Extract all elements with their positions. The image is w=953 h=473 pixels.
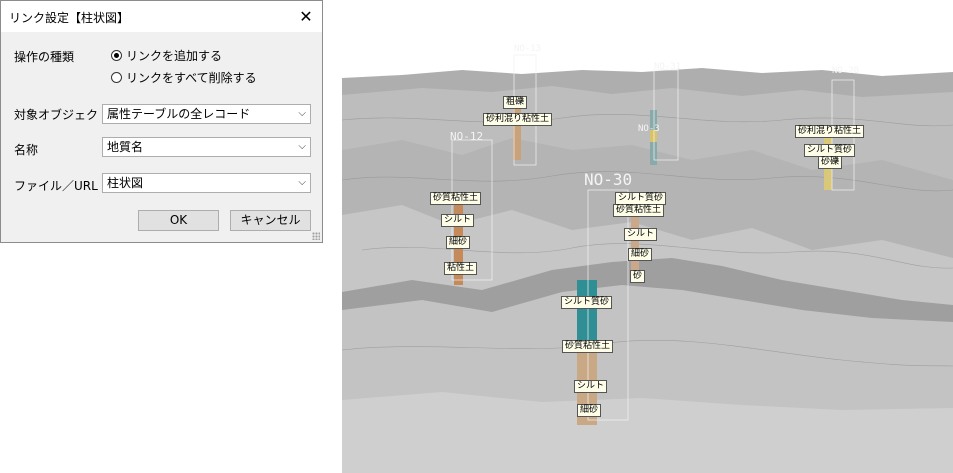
resize-grip-icon[interactable] bbox=[312, 232, 320, 240]
close-icon[interactable]: ✕ bbox=[290, 1, 322, 32]
file-url-select[interactable]: 柱状図 ⌵ bbox=[102, 173, 311, 193]
layer-tag[interactable]: 砂礫 bbox=[818, 156, 843, 169]
layer-tag[interactable]: 細砂 bbox=[628, 248, 653, 261]
borehole-label: NO-3 bbox=[638, 124, 660, 134]
layer-tag[interactable]: 細砂 bbox=[446, 236, 471, 249]
borehole-label: NO-12 bbox=[450, 130, 484, 143]
dialog-titlebar: リンク設定【柱状図】 ✕ bbox=[1, 1, 322, 32]
link-settings-dialog: リンク設定【柱状図】 ✕ 操作の種類 リンクを追加する リンクをすべて削除する … bbox=[0, 0, 323, 243]
borehole-label: NO-13 bbox=[514, 44, 542, 54]
layer-tag[interactable]: シルト bbox=[624, 228, 658, 241]
layer-tag[interactable]: シルト bbox=[441, 214, 475, 227]
layer-tag[interactable]: 粘性土 bbox=[444, 262, 478, 275]
layer-tag[interactable]: シルト bbox=[574, 380, 608, 393]
file-url-select-value: 柱状図 bbox=[107, 176, 144, 190]
radio-add-link[interactable]: リンクを追加する bbox=[111, 47, 222, 64]
layer-tag[interactable]: 砂利混り粘性土 bbox=[795, 125, 865, 138]
layer-tag[interactable]: シルト質砂 bbox=[561, 296, 613, 309]
layer-tag[interactable]: 砂 bbox=[630, 270, 646, 283]
target-label: 対象オブジェクト bbox=[14, 108, 111, 122]
target-select-value: 属性テーブルの全レコード bbox=[107, 107, 251, 121]
radio-selected-icon bbox=[111, 50, 122, 61]
name-select-value: 地質名 bbox=[107, 140, 144, 154]
ok-button[interactable]: OK bbox=[138, 210, 219, 231]
operation-label: 操作の種類 bbox=[14, 50, 75, 64]
name-select[interactable]: 地質名 ⌵ bbox=[102, 137, 311, 157]
target-select[interactable]: 属性テーブルの全レコード ⌵ bbox=[102, 104, 311, 124]
borehole-label: NO-31 bbox=[654, 62, 682, 72]
layer-tag[interactable]: 粗礫 bbox=[503, 96, 528, 109]
layer-tag[interactable]: 砂質粘性土 bbox=[430, 192, 482, 205]
chevron-down-icon: ⌵ bbox=[298, 177, 306, 188]
borehole-label: NO-30 bbox=[584, 170, 633, 189]
3d-viewport[interactable]: NO-13 NO-31 NO-12 NO-3 NO-30 NO-20 粗礫 砂利… bbox=[342, 0, 953, 473]
layer-tag[interactable]: 砂質粘性土 bbox=[613, 204, 665, 217]
layer-tag[interactable]: 砂質粘性土 bbox=[562, 340, 614, 353]
chevron-down-icon: ⌵ bbox=[298, 141, 306, 152]
radio-delete-all-links[interactable]: リンクをすべて削除する bbox=[111, 69, 257, 86]
name-label: 名称 bbox=[14, 143, 39, 157]
radio-add-link-label: リンクを追加する bbox=[126, 49, 223, 63]
borehole-label: NO-20 bbox=[832, 66, 860, 76]
radio-delete-all-label: リンクをすべて削除する bbox=[126, 71, 257, 85]
dialog-title: リンク設定【柱状図】 bbox=[9, 11, 130, 25]
layer-tag[interactable]: 細砂 bbox=[577, 404, 602, 417]
cancel-button[interactable]: キャンセル bbox=[230, 210, 311, 231]
chevron-down-icon: ⌵ bbox=[298, 108, 306, 119]
layer-tag[interactable]: 砂利混り粘性土 bbox=[483, 113, 553, 126]
radio-unselected-icon bbox=[111, 72, 122, 83]
file-url-label: ファイル／URL bbox=[14, 179, 98, 193]
